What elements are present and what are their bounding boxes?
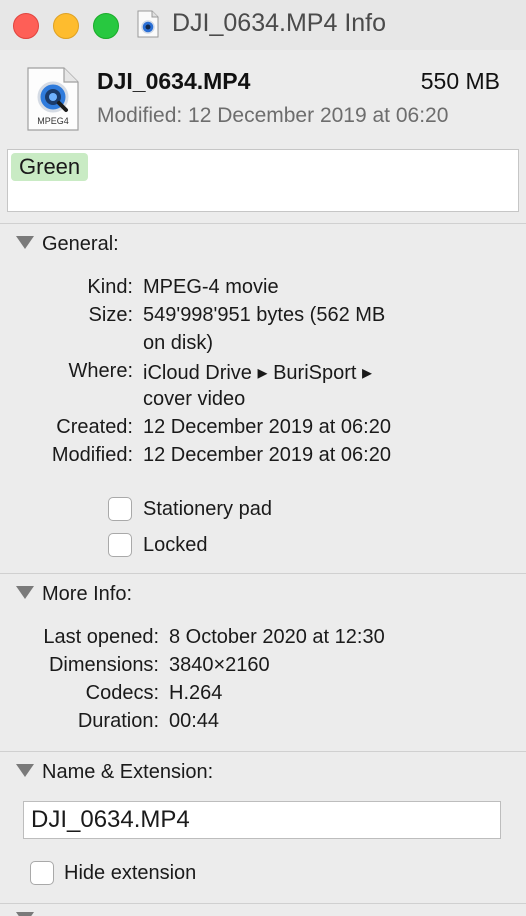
- name-extension-section-header[interactable]: Name & Extension:: [16, 761, 213, 784]
- size-value-line1: 549'998'951 bytes (562 MB: [143, 304, 386, 326]
- divider: [0, 573, 526, 574]
- divider: [0, 903, 526, 904]
- more-info-heading: More Info:: [42, 583, 133, 605]
- locked-checkbox[interactable]: [108, 533, 132, 557]
- file-name-input[interactable]: DJI_0634.MP4: [23, 801, 501, 839]
- disclosure-triangle-icon[interactable]: [16, 912, 34, 916]
- last-opened-label: Last opened:: [43, 626, 159, 648]
- dimensions-value: 3840×2160: [169, 654, 270, 676]
- more-info-section-header[interactable]: More Info:: [16, 583, 132, 606]
- kind-value: MPEG-4 movie: [143, 276, 279, 298]
- hide-extension-label: Hide extension: [64, 862, 197, 884]
- disclosure-triangle-icon[interactable]: [16, 586, 34, 600]
- disclosure-triangle-icon[interactable]: [16, 236, 34, 250]
- stationery-pad-label: Stationery pad: [143, 498, 272, 520]
- name-extension-heading: Name & Extension:: [42, 761, 214, 783]
- kind-label: Kind:: [87, 276, 133, 298]
- where-value-line2: cover video: [143, 388, 246, 410]
- last-opened-value: 8 October 2020 at 12:30: [169, 626, 385, 648]
- tags-field[interactable]: Green: [7, 149, 519, 212]
- size-label: Size:: [88, 304, 133, 326]
- locked-label: Locked: [143, 534, 208, 556]
- size-value-line2: on disk): [143, 332, 214, 354]
- duration-label: Duration:: [77, 710, 159, 732]
- file-size: 550 MB: [420, 68, 500, 94]
- codecs-label: Codecs:: [85, 682, 159, 704]
- disclosure-triangle-icon[interactable]: [16, 764, 34, 778]
- comments-section-header-partial[interactable]: [16, 909, 42, 916]
- codecs-value: H.264: [169, 682, 223, 704]
- close-button[interactable]: [13, 13, 39, 39]
- modified-value: 12 December 2019 at 06:20: [143, 444, 391, 466]
- window-title: DJI_0634.MP4 Info: [172, 9, 387, 37]
- minimize-button[interactable]: [53, 13, 79, 39]
- svg-text:MPEG4: MPEG4: [37, 116, 69, 126]
- maximize-button[interactable]: [93, 13, 119, 39]
- title-bar: DJI_0634.MP4 Info: [0, 0, 526, 50]
- mpeg4-file-icon: MPEG4: [27, 67, 79, 131]
- divider: [0, 223, 526, 224]
- where-value-line1: iCloud Drive ▸ BuriSport ▸: [143, 362, 373, 384]
- divider: [0, 751, 526, 752]
- hide-extension-checkbox[interactable]: [30, 861, 54, 885]
- tag-green[interactable]: Green: [11, 153, 89, 181]
- stationery-pad-checkbox[interactable]: [108, 497, 132, 521]
- general-section-header[interactable]: General:: [16, 233, 119, 256]
- created-value: 12 December 2019 at 06:20: [143, 416, 391, 438]
- created-label: Created:: [56, 416, 133, 438]
- duration-value: 00:44: [169, 710, 220, 732]
- dimensions-label: Dimensions:: [48, 654, 159, 676]
- general-heading: General:: [42, 233, 119, 255]
- file-modified-date: Modified: 12 December 2019 at 06:20: [97, 104, 449, 127]
- file-name: DJI_0634.MP4: [97, 68, 251, 94]
- modified-label: Modified:: [51, 444, 133, 466]
- quicktime-file-icon: [137, 10, 159, 38]
- where-label: Where:: [68, 360, 133, 382]
